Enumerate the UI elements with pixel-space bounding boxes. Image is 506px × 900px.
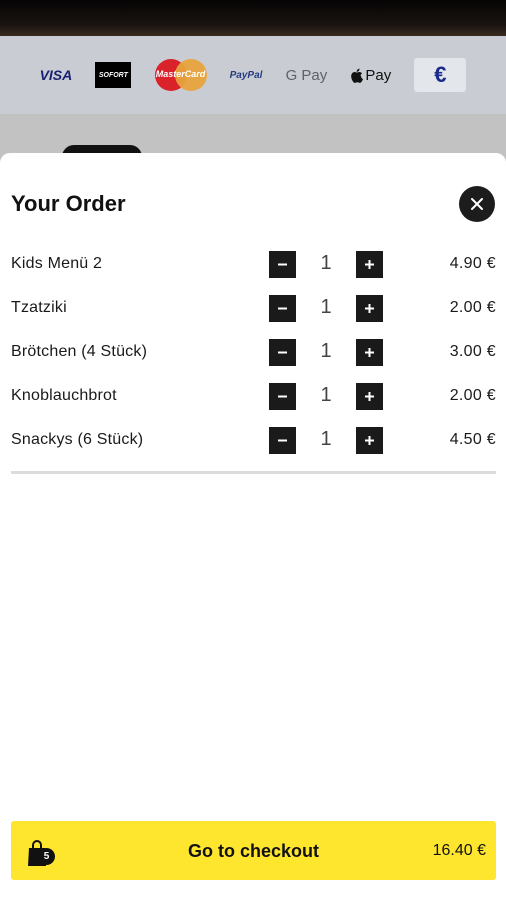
item-name: Snackys (6 Stück) [11, 431, 144, 448]
order-title: Your Order [11, 191, 126, 216]
checkout-label: Go to checkout [187, 841, 319, 861]
mastercard-logo: MasterCard [154, 59, 207, 91]
paypal-logo: PayPal [229, 69, 263, 81]
increase-quantity-button[interactable] [356, 251, 383, 278]
sofort-logo: SOFORT [95, 62, 132, 88]
order-list: Kids Menü 2 1 4.90 € Tzatziki 1 2.00 € B… [0, 242, 506, 462]
divider [11, 471, 496, 474]
item-name: Knoblauchbrot [11, 387, 117, 404]
decrease-quantity-button[interactable] [269, 339, 296, 366]
euro-icon[interactable]: € [414, 58, 467, 92]
quantity-value: 1 [320, 340, 332, 362]
quantity-value: 1 [320, 384, 332, 406]
order-item: Snackys (6 Stück) 1 4.50 € [0, 418, 506, 462]
quantity-value: 1 [320, 252, 332, 274]
apple-pay-logo: Pay [350, 67, 391, 84]
decrease-quantity-button[interactable] [269, 295, 296, 322]
item-name: Brötchen (4 Stück) [11, 343, 148, 360]
item-price: 2.00 € [449, 299, 496, 316]
close-icon [471, 198, 483, 210]
close-button[interactable] [459, 186, 495, 222]
minus-icon [278, 395, 287, 398]
decrease-quantity-button[interactable] [269, 251, 296, 278]
item-price: 4.90 € [449, 255, 496, 272]
order-sheet: Your Order Kids Menü 2 1 4.90 € Tzatziki… [0, 153, 506, 900]
minus-icon [278, 439, 287, 442]
increase-quantity-button[interactable] [356, 427, 383, 454]
checkout-button[interactable]: 5 Go to checkout 16.40 € [11, 821, 496, 880]
increase-quantity-button[interactable] [356, 339, 383, 366]
order-item: Tzatziki 1 2.00 € [0, 286, 506, 330]
item-name: Tzatziki [11, 299, 67, 316]
item-name: Kids Menü 2 [11, 255, 103, 272]
decrease-quantity-button[interactable] [269, 427, 296, 454]
item-price: 3.00 € [449, 343, 496, 360]
plus-icon [365, 348, 374, 357]
payment-methods-strip: VISA SOFORT MasterCard PayPal G Pay Pay … [0, 36, 506, 114]
plus-icon [365, 304, 374, 313]
status-bar [0, 0, 506, 36]
google-pay-logo: G Pay [285, 66, 328, 84]
quantity-value: 1 [320, 428, 332, 450]
increase-quantity-button[interactable] [356, 295, 383, 322]
minus-icon [278, 307, 287, 310]
quantity-value: 1 [320, 296, 332, 318]
plus-icon [365, 392, 374, 401]
item-price: 2.00 € [449, 387, 496, 404]
plus-icon [365, 260, 374, 269]
increase-quantity-button[interactable] [356, 383, 383, 410]
visa-logo: VISA [39, 67, 73, 83]
order-item: Brötchen (4 Stück) 1 3.00 € [0, 330, 506, 374]
order-item: Kids Menü 2 1 4.90 € [0, 242, 506, 286]
minus-icon [278, 263, 287, 266]
minus-icon [278, 351, 287, 354]
item-price: 4.50 € [449, 431, 496, 448]
decrease-quantity-button[interactable] [269, 383, 296, 410]
order-item: Knoblauchbrot 1 2.00 € [0, 374, 506, 418]
plus-icon [365, 436, 374, 445]
checkout-total: 16.40 € [432, 842, 486, 859]
